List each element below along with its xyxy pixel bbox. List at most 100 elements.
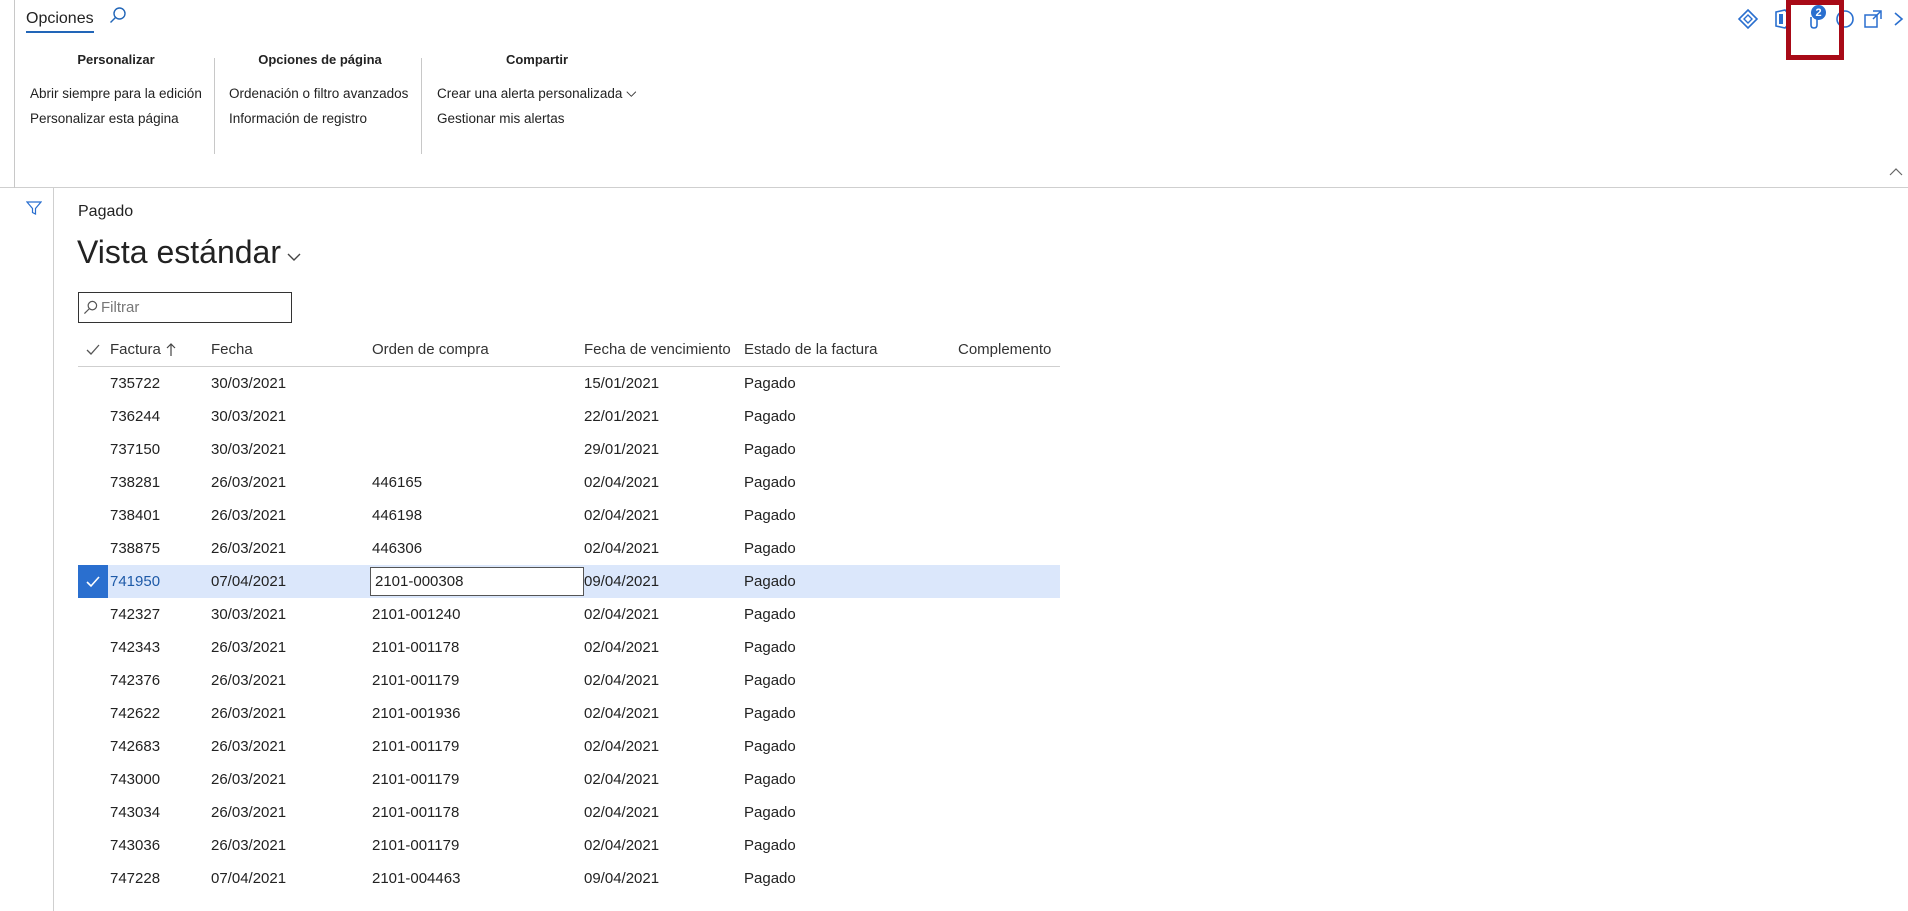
cell-factura[interactable]: 736244 bbox=[108, 408, 211, 425]
open-new-window-icon[interactable] bbox=[1862, 8, 1884, 30]
cell-estado-de-la-factura[interactable]: Pagado bbox=[744, 672, 958, 689]
table-row[interactable]: 743036 26/03/2021 2101-001179 02/04/2021 Pag… bbox=[78, 829, 1060, 862]
row-select-checkbox[interactable] bbox=[78, 631, 108, 664]
cell-estado-de-la-factura[interactable]: Pagado bbox=[744, 375, 958, 392]
row-select-checkbox[interactable] bbox=[78, 565, 108, 598]
cell-factura[interactable]: 742376 bbox=[108, 672, 211, 689]
table-row[interactable]: 735722 30/03/2021 15/01/2021 Pagado bbox=[78, 367, 1060, 400]
cell-fecha[interactable]: 07/04/2021 bbox=[211, 573, 370, 590]
advanced-filter-button[interactable]: Ordenación o filtro avanzados bbox=[229, 81, 411, 106]
column-header-factura[interactable]: Factura bbox=[108, 341, 211, 358]
row-select-checkbox[interactable] bbox=[78, 730, 108, 763]
select-all-checkbox[interactable] bbox=[78, 333, 108, 366]
cell-estado-de-la-factura[interactable]: Pagado bbox=[744, 507, 958, 524]
grid-filter-box[interactable] bbox=[78, 292, 292, 323]
cell-factura[interactable]: 737150 bbox=[108, 441, 211, 458]
cell-orden-de-compra[interactable]: 446306 bbox=[370, 532, 584, 565]
table-row[interactable]: 747228 07/04/2021 2101-004463 09/04/2021 Pag… bbox=[78, 862, 1060, 895]
cell-factura[interactable]: 738401 bbox=[108, 507, 211, 524]
cell-factura[interactable]: 735722 bbox=[108, 375, 211, 392]
personalize-page-button[interactable]: Personalizar esta página bbox=[30, 106, 202, 131]
cell-fecha[interactable]: 26/03/2021 bbox=[211, 804, 370, 821]
filter-icon[interactable] bbox=[26, 200, 42, 216]
table-row[interactable]: 742327 30/03/2021 2101-001240 02/04/2021 Pag… bbox=[78, 598, 1060, 631]
cell-estado-de-la-factura[interactable]: Pagado bbox=[744, 870, 958, 887]
column-header-fecha[interactable]: Fecha bbox=[211, 341, 370, 358]
cell-orden-de-compra[interactable]: 2101-001936 bbox=[370, 697, 584, 730]
cell-orden-de-compra[interactable]: 2101-004463 bbox=[370, 862, 584, 895]
cell-estado-de-la-factura[interactable]: Pagado bbox=[744, 837, 958, 854]
cell-fecha-de-vencimiento[interactable]: 09/04/2021 bbox=[584, 870, 744, 887]
cell-fecha-de-vencimiento[interactable]: 02/04/2021 bbox=[584, 507, 744, 524]
table-row[interactable]: 743000 26/03/2021 2101-001179 02/04/2021 Pag… bbox=[78, 763, 1060, 796]
cell-factura[interactable]: 742683 bbox=[108, 738, 211, 755]
cell-fecha[interactable]: 26/03/2021 bbox=[211, 672, 370, 689]
table-row[interactable]: 742343 26/03/2021 2101-001178 02/04/2021 Pag… bbox=[78, 631, 1060, 664]
record-info-button[interactable]: Información de registro bbox=[229, 106, 411, 131]
cell-fecha-de-vencimiento[interactable]: 02/04/2021 bbox=[584, 771, 744, 788]
table-row[interactable]: 741950 07/04/2021 2101-000308 09/04/2021 Pag… bbox=[78, 565, 1060, 598]
cell-orden-de-compra[interactable]: 2101-001178 bbox=[370, 631, 584, 664]
cell-factura[interactable]: 743034 bbox=[108, 804, 211, 821]
row-select-checkbox[interactable] bbox=[78, 697, 108, 730]
cell-estado-de-la-factura[interactable]: Pagado bbox=[744, 606, 958, 623]
table-row[interactable]: 742683 26/03/2021 2101-001179 02/04/2021 Pag… bbox=[78, 730, 1060, 763]
cell-orden-de-compra[interactable]: 2101-001179 bbox=[370, 664, 584, 697]
cell-fecha[interactable]: 26/03/2021 bbox=[211, 837, 370, 854]
cell-fecha[interactable]: 07/04/2021 bbox=[211, 870, 370, 887]
table-row[interactable]: 742622 26/03/2021 2101-001936 02/04/2021 Pag… bbox=[78, 697, 1060, 730]
cell-estado-de-la-factura[interactable]: Pagado bbox=[744, 705, 958, 722]
row-select-checkbox[interactable] bbox=[78, 400, 108, 433]
cell-estado-de-la-factura[interactable]: Pagado bbox=[744, 540, 958, 557]
table-row[interactable]: 737150 30/03/2021 29/01/2021 Pagado bbox=[78, 433, 1060, 466]
diamond-icon[interactable] bbox=[1737, 8, 1759, 30]
row-select-checkbox[interactable] bbox=[78, 598, 108, 631]
cell-orden-de-compra[interactable] bbox=[370, 367, 584, 400]
collapse-ribbon-icon[interactable] bbox=[1888, 164, 1904, 180]
cell-fecha[interactable]: 26/03/2021 bbox=[211, 474, 370, 491]
cell-factura[interactable]: 742622 bbox=[108, 705, 211, 722]
row-select-checkbox[interactable] bbox=[78, 433, 108, 466]
cell-fecha[interactable]: 26/03/2021 bbox=[211, 705, 370, 722]
cell-estado-de-la-factura[interactable]: Pagado bbox=[744, 408, 958, 425]
cell-fecha-de-vencimiento[interactable]: 02/04/2021 bbox=[584, 639, 744, 656]
cell-fecha[interactable]: 30/03/2021 bbox=[211, 441, 370, 458]
cell-fecha-de-vencimiento[interactable]: 02/04/2021 bbox=[584, 705, 744, 722]
cell-orden-de-compra[interactable]: 2101-001179 bbox=[370, 730, 584, 763]
cell-orden-de-compra[interactable]: 446165 bbox=[370, 466, 584, 499]
column-header-fecha-de-vencimiento[interactable]: Fecha de vencimiento bbox=[584, 341, 744, 358]
row-select-checkbox[interactable] bbox=[78, 829, 108, 862]
cell-estado-de-la-factura[interactable]: Pagado bbox=[744, 771, 958, 788]
row-select-checkbox[interactable] bbox=[78, 862, 108, 895]
cell-fecha-de-vencimiento[interactable]: 02/04/2021 bbox=[584, 804, 744, 821]
cell-fecha[interactable]: 26/03/2021 bbox=[211, 738, 370, 755]
cell-orden-de-compra[interactable]: 2101-001179 bbox=[370, 829, 584, 862]
cell-estado-de-la-factura[interactable]: Pagado bbox=[744, 573, 958, 590]
table-row[interactable]: 736244 30/03/2021 22/01/2021 Pagado bbox=[78, 400, 1060, 433]
table-row[interactable]: 738281 26/03/2021 446165 02/04/2021 Pagado bbox=[78, 466, 1060, 499]
cell-estado-de-la-factura[interactable]: Pagado bbox=[744, 441, 958, 458]
view-selector[interactable]: Vista estándar bbox=[77, 234, 303, 271]
cell-orden-de-compra[interactable] bbox=[370, 400, 584, 433]
row-select-checkbox[interactable] bbox=[78, 499, 108, 532]
row-select-checkbox[interactable] bbox=[78, 796, 108, 829]
cell-fecha[interactable]: 26/03/2021 bbox=[211, 507, 370, 524]
cell-orden-de-compra[interactable]: 2101-001179 bbox=[370, 763, 584, 796]
cell-factura[interactable]: 741950 bbox=[108, 573, 211, 590]
row-select-checkbox[interactable] bbox=[78, 532, 108, 565]
row-select-checkbox[interactable] bbox=[78, 367, 108, 400]
cell-orden-de-compra[interactable]: 2101-001240 bbox=[370, 598, 584, 631]
cell-estado-de-la-factura[interactable]: Pagado bbox=[744, 639, 958, 656]
column-header-orden-de-compra[interactable]: Orden de compra bbox=[370, 333, 584, 366]
cell-fecha-de-vencimiento[interactable]: 02/04/2021 bbox=[584, 837, 744, 854]
cell-fecha-de-vencimiento[interactable]: 02/04/2021 bbox=[584, 606, 744, 623]
cell-factura[interactable]: 742327 bbox=[108, 606, 211, 623]
cell-fecha-de-vencimiento[interactable]: 09/04/2021 bbox=[584, 573, 744, 590]
cell-factura[interactable]: 742343 bbox=[108, 639, 211, 656]
table-row[interactable]: 738401 26/03/2021 446198 02/04/2021 Pagado bbox=[78, 499, 1060, 532]
cell-fecha[interactable]: 26/03/2021 bbox=[211, 771, 370, 788]
cell-orden-de-compra[interactable]: 446198 bbox=[370, 499, 584, 532]
cell-fecha-de-vencimiento[interactable]: 29/01/2021 bbox=[584, 441, 744, 458]
cell-fecha-de-vencimiento[interactable]: 15/01/2021 bbox=[584, 375, 744, 392]
cell-fecha-de-vencimiento[interactable]: 02/04/2021 bbox=[584, 540, 744, 557]
